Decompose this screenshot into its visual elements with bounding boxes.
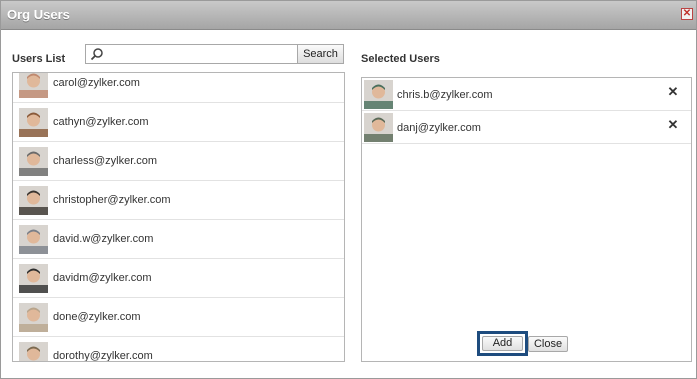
dialog-titlebar: Org Users ✕ (1, 1, 696, 30)
add-button[interactable]: Add (482, 336, 523, 351)
org-users-dialog: Org Users ✕ Users List Search carol@zylk… (0, 0, 697, 379)
user-avatar (364, 80, 393, 109)
user-avatar (19, 108, 48, 137)
user-avatar (19, 342, 48, 361)
user-avatar (19, 303, 48, 332)
users-list[interactable]: carol@zylker.com cathyn@zylker.com charles… (12, 72, 345, 362)
users-list-items: carol@zylker.com cathyn@zylker.com charles… (13, 73, 344, 362)
user-avatar (19, 225, 48, 254)
user-email: carol@zylker.com (53, 77, 140, 89)
users-list-label: Users List (12, 53, 66, 65)
selected-user-item: chris.b@zylker.com ✕ (362, 78, 691, 111)
remove-user-icon[interactable]: ✕ (666, 118, 680, 132)
user-list-item[interactable]: david.w@zylker.com (13, 220, 344, 259)
user-avatar (19, 73, 48, 98)
user-email: david.w@zylker.com (53, 233, 154, 245)
selected-user-item: danj@zylker.com ✕ (362, 111, 691, 144)
user-list-item[interactable]: carol@zylker.com (13, 73, 344, 103)
user-list-item[interactable]: dorothy@zylker.com (13, 337, 344, 362)
dialog-close-icon[interactable]: ✕ (681, 8, 693, 20)
selected-user-email: chris.b@zylker.com (397, 89, 493, 101)
search-icon (90, 48, 103, 61)
user-avatar (364, 113, 393, 142)
user-email: davidm@zylker.com (53, 272, 152, 284)
remove-user-icon[interactable]: ✕ (666, 85, 680, 99)
user-list-item[interactable]: charless@zylker.com (13, 142, 344, 181)
user-search-box: Search (85, 44, 344, 64)
user-list-item[interactable]: done@zylker.com (13, 298, 344, 337)
user-avatar (19, 264, 48, 293)
add-button-focus-ring: Add (477, 331, 528, 356)
user-list-item[interactable]: christopher@zylker.com (13, 181, 344, 220)
user-email: cathyn@zylker.com (53, 116, 149, 128)
selected-users-label: Selected Users (361, 53, 440, 65)
selected-user-email: danj@zylker.com (397, 122, 481, 134)
user-email: charless@zylker.com (53, 155, 158, 167)
user-email: christopher@zylker.com (53, 194, 171, 206)
user-avatar (19, 186, 48, 215)
user-email: dorothy@zylker.com (53, 350, 153, 362)
selected-users-list: chris.b@zylker.com ✕ danj@zylker.com ✕ (361, 77, 692, 362)
user-email: done@zylker.com (53, 311, 141, 323)
dialog-title: Org Users (7, 7, 70, 22)
user-list-item[interactable]: cathyn@zylker.com (13, 103, 344, 142)
close-button[interactable]: Close (528, 336, 568, 352)
user-avatar (19, 147, 48, 176)
user-list-item[interactable]: davidm@zylker.com (13, 259, 344, 298)
search-button[interactable]: Search (297, 44, 344, 64)
search-input[interactable] (106, 46, 294, 62)
